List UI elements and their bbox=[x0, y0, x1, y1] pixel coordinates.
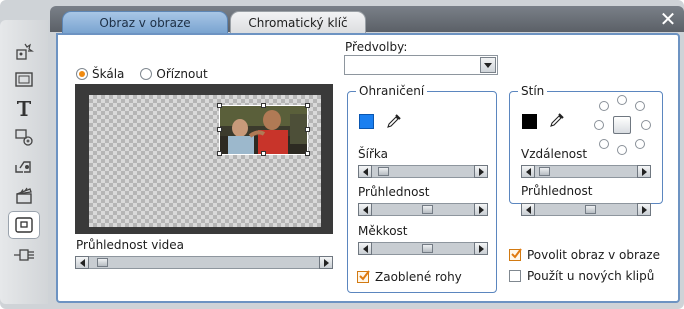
resize-handle-top-left[interactable] bbox=[217, 103, 222, 108]
slider-left-arrow-icon[interactable] bbox=[358, 203, 372, 216]
resize-handle-left[interactable] bbox=[217, 127, 222, 132]
shadow-direction-center[interactable] bbox=[613, 116, 631, 134]
pip-video-thumbnail[interactable] bbox=[219, 105, 308, 155]
text-icon[interactable] bbox=[8, 94, 40, 122]
radio-scale-label: Škála bbox=[92, 67, 125, 81]
shadow-direction-top-left[interactable] bbox=[599, 101, 609, 111]
border-width-label: Šířka bbox=[358, 147, 388, 161]
slider-thumb[interactable] bbox=[539, 167, 550, 176]
slider-thumb[interactable] bbox=[97, 258, 108, 267]
dialog-window: ✕ Chromatický klíč Obraz v obraze Škála … bbox=[0, 0, 684, 309]
border-opacity-label: Průhlednost bbox=[358, 185, 430, 199]
shadow-direction-right[interactable] bbox=[641, 120, 651, 130]
border-color-swatch[interactable] bbox=[359, 114, 374, 129]
shadow-opacity-slider[interactable] bbox=[521, 203, 651, 216]
slider-thumb[interactable] bbox=[378, 167, 389, 176]
presets-label: Předvolby: bbox=[345, 40, 408, 54]
slider-right-arrow-icon[interactable] bbox=[637, 203, 651, 216]
shadow-direction-bottom-left[interactable] bbox=[599, 139, 609, 149]
shadow-direction-top[interactable] bbox=[617, 95, 627, 105]
picture-in-picture-icon[interactable] bbox=[8, 211, 40, 239]
tab-picture-in-picture[interactable]: Obraz v obraze bbox=[62, 11, 228, 34]
video-opacity-slider[interactable] bbox=[75, 256, 333, 269]
editor-toolbar bbox=[0, 20, 48, 304]
enable-pip-label: Povolit obraz v obraze bbox=[527, 248, 660, 262]
slider-left-arrow-icon[interactable] bbox=[358, 165, 372, 178]
radio-scale-indicator[interactable] bbox=[76, 68, 88, 80]
radio-crop-label: Oříznout bbox=[156, 67, 208, 81]
radio-scale[interactable]: Škála bbox=[76, 67, 124, 81]
border-width-slider[interactable] bbox=[358, 165, 488, 178]
close-icon[interactable]: ✕ bbox=[658, 9, 678, 30]
shadow-distance-label: Vzdálenost bbox=[521, 147, 588, 161]
shadow-distance-slider[interactable] bbox=[521, 165, 651, 178]
resize-handle-bottom[interactable] bbox=[261, 151, 266, 156]
shadow-eyedropper-icon[interactable] bbox=[549, 112, 565, 128]
apply-new-clips-checkbox[interactable]: Použít u nových klipů bbox=[509, 269, 654, 283]
audio-icon[interactable] bbox=[8, 241, 40, 269]
shadow-direction-bottom[interactable] bbox=[617, 145, 627, 155]
rounded-corners-label: Zaoblené rohy bbox=[375, 270, 462, 284]
slider-right-arrow-icon[interactable] bbox=[474, 242, 488, 255]
slider-right-arrow-icon[interactable] bbox=[474, 165, 488, 178]
slider-left-arrow-icon[interactable] bbox=[521, 165, 535, 178]
slider-left-arrow-icon[interactable] bbox=[521, 203, 535, 216]
video-opacity-label: Průhlednost videa bbox=[76, 238, 185, 252]
resize-handle-top-right[interactable] bbox=[305, 103, 310, 108]
resize-handle-bottom-right[interactable] bbox=[305, 151, 310, 156]
transitions-icon[interactable] bbox=[8, 152, 40, 180]
shadow-direction-top-right[interactable] bbox=[635, 101, 645, 111]
shadow-direction-left[interactable] bbox=[594, 120, 604, 130]
slider-right-arrow-icon[interactable] bbox=[637, 165, 651, 178]
clapperboard-icon[interactable] bbox=[8, 181, 40, 209]
radio-crop[interactable]: Oříznout bbox=[140, 67, 208, 81]
resize-handle-top[interactable] bbox=[261, 103, 266, 108]
title-icon[interactable] bbox=[8, 66, 40, 94]
chevron-down-icon[interactable] bbox=[480, 57, 496, 73]
resize-handle-bottom-left[interactable] bbox=[217, 151, 222, 156]
video-effects-icon[interactable] bbox=[8, 38, 40, 66]
presets-dropdown[interactable] bbox=[344, 55, 498, 75]
shadow-color-swatch[interactable] bbox=[522, 114, 537, 129]
border-group-title: Ohraničení bbox=[356, 84, 428, 98]
slider-thumb[interactable] bbox=[585, 205, 596, 214]
enable-pip-checkbox[interactable]: Povolit obraz v obraze bbox=[509, 248, 660, 262]
rounded-corners-check-icon[interactable] bbox=[357, 270, 370, 283]
slider-right-arrow-icon[interactable] bbox=[474, 203, 488, 216]
tab-chroma-key[interactable]: Chromatický klíč bbox=[230, 11, 366, 34]
border-softness-slider[interactable] bbox=[358, 242, 488, 255]
resize-handle-right[interactable] bbox=[305, 127, 310, 132]
slider-left-arrow-icon[interactable] bbox=[358, 242, 372, 255]
border-softness-label: Měkkost bbox=[358, 224, 408, 238]
apply-new-clips-check-icon[interactable] bbox=[509, 270, 521, 282]
rounded-corners-checkbox[interactable]: Zaoblené rohy bbox=[357, 270, 462, 284]
border-eyedropper-icon[interactable] bbox=[386, 113, 402, 129]
slider-left-arrow-icon[interactable] bbox=[75, 256, 89, 269]
slider-thumb[interactable] bbox=[422, 205, 433, 214]
slider-right-arrow-icon[interactable] bbox=[319, 256, 333, 269]
apply-new-clips-label: Použít u nových klipů bbox=[527, 269, 655, 283]
slider-thumb[interactable] bbox=[422, 244, 433, 253]
border-opacity-slider[interactable] bbox=[358, 203, 488, 216]
radio-crop-indicator[interactable] bbox=[140, 68, 153, 80]
shadow-group-title: Stín bbox=[518, 84, 548, 98]
enable-pip-check-icon[interactable] bbox=[509, 248, 522, 261]
shadow-opacity-label: Průhlednost bbox=[521, 184, 593, 198]
mode-radio-group: Škála Oříznout bbox=[76, 66, 208, 82]
shadow-direction-bottom-right[interactable] bbox=[635, 139, 645, 149]
sound-effects-icon[interactable] bbox=[8, 123, 40, 151]
